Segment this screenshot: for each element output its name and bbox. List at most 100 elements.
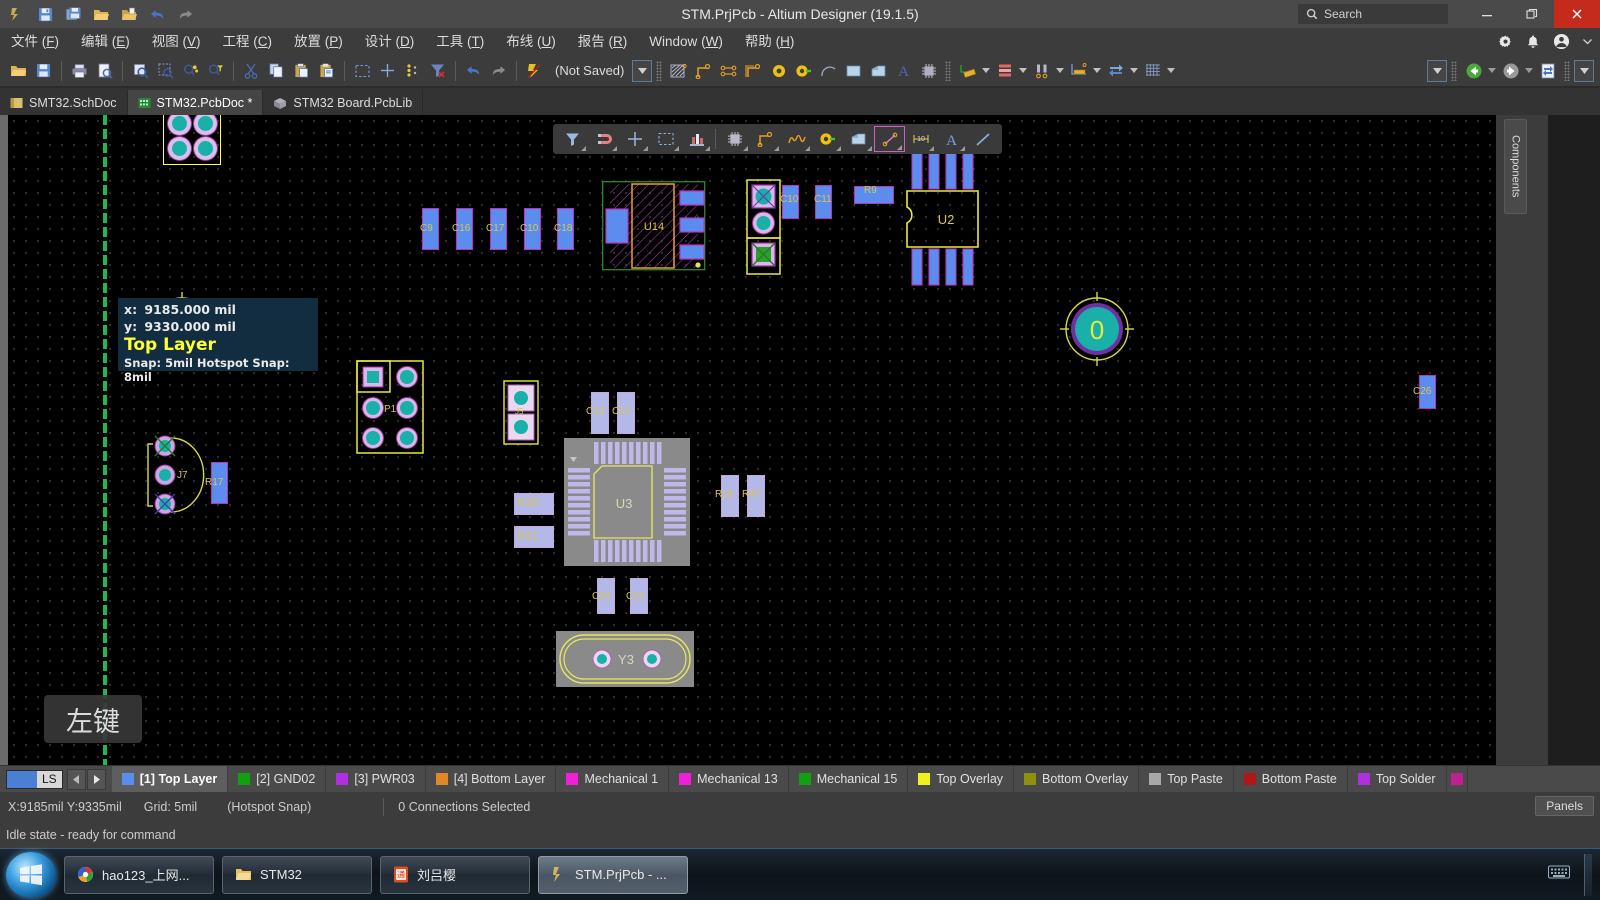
dimension-icon[interactable]: 10 — [905, 126, 936, 152]
component-U3[interactable]: U3 — [564, 438, 690, 566]
region-icon[interactable] — [843, 126, 874, 152]
menu-view[interactable]: 视图 (V) — [141, 28, 212, 55]
components-panel-tab[interactable]: Components — [1504, 119, 1527, 214]
smd-pad[interactable] — [617, 392, 635, 434]
layerstack-dropdown-arrow[interactable] — [1017, 60, 1029, 82]
layer-tab-top-overlay[interactable]: Top Overlay — [908, 765, 1015, 793]
taskbar-item-browser[interactable]: hao123_上网... — [64, 855, 214, 894]
taskbar-item-folder[interactable]: STM32 — [222, 855, 372, 894]
menu-window[interactable]: Window (W) — [638, 28, 734, 55]
interactive-route-icon[interactable] — [691, 58, 716, 84]
menu-place[interactable]: 放置 (P) — [283, 28, 354, 55]
back-dropdown-arrow[interactable] — [1486, 60, 1498, 82]
layer-tab-pwr03[interactable]: [3] PWR03 — [326, 765, 426, 793]
layer-sets-chip[interactable]: LS — [6, 769, 63, 789]
menu-edit[interactable]: 编辑 (E) — [70, 28, 141, 55]
layer-prev-button[interactable] — [66, 768, 86, 790]
paste-special-icon[interactable] — [314, 58, 339, 84]
menu-design[interactable]: 设计 (D) — [354, 28, 426, 55]
text-icon[interactable]: A — [891, 58, 916, 84]
route-multiple-icon[interactable] — [741, 58, 766, 84]
component-U2[interactable]: U2 — [902, 151, 984, 289]
through-hole-pad[interactable] — [172, 116, 187, 131]
smd-pad[interactable] — [514, 526, 554, 548]
menu-route[interactable]: 布线 (U) — [495, 28, 567, 55]
toolbar-redo-icon[interactable] — [486, 58, 511, 84]
component-R17-area[interactable]: J7 — [141, 430, 251, 520]
maximize-restore-button[interactable] — [1509, 0, 1554, 28]
clear-filter-icon[interactable] — [425, 58, 450, 84]
layer-tab-top-solder[interactable]: Top Solder — [1348, 765, 1447, 793]
save-document-icon[interactable] — [31, 58, 56, 84]
via-icon[interactable] — [766, 58, 791, 84]
zoom-filter-icon[interactable] — [203, 58, 228, 84]
save-icon[interactable] — [32, 2, 58, 26]
polygon-pour-icon[interactable] — [666, 58, 691, 84]
open-icon[interactable] — [88, 2, 114, 26]
line-icon[interactable] — [967, 126, 998, 152]
measure-dropdown-arrow[interactable] — [980, 60, 992, 82]
layer-stack-icon[interactable] — [992, 58, 1017, 84]
swap-dropdown-arrow[interactable] — [1128, 60, 1140, 82]
smd-pad[interactable] — [815, 185, 832, 219]
start-button[interactable] — [6, 851, 56, 898]
select-area-icon[interactable] — [350, 58, 375, 84]
component-Y3[interactable]: Y3 — [556, 631, 694, 687]
select-rect-icon[interactable] — [650, 126, 681, 152]
grid-dropdown-arrow[interactable] — [1165, 60, 1177, 82]
arc-icon[interactable] — [816, 58, 841, 84]
taskbar-item-altium[interactable]: STM.PrjPcb - ... — [538, 855, 688, 894]
squiggle-route-icon[interactable] — [781, 126, 812, 152]
smd-pad[interactable] — [1419, 375, 1436, 409]
panels-button[interactable]: Panels — [1535, 796, 1594, 816]
fill-icon[interactable] — [841, 58, 866, 84]
layer-tab-mechanical-1[interactable]: Mechanical 1 — [556, 765, 670, 793]
toolbar-dropdown-2[interactable] — [1427, 59, 1447, 82]
layer-tab-mechanical-15[interactable]: Mechanical 15 — [789, 765, 909, 793]
back-icon[interactable] — [1461, 58, 1486, 84]
magnet-snap-icon[interactable] — [588, 126, 619, 152]
menu-tools[interactable]: 工具 (T) — [425, 28, 495, 55]
run-script-icon[interactable] — [522, 58, 547, 84]
differential-pair-route-icon[interactable] — [716, 58, 741, 84]
toolbar-undo-icon[interactable] — [461, 58, 486, 84]
refresh-icon[interactable] — [1535, 58, 1560, 84]
smd-pad[interactable] — [747, 475, 765, 517]
layer-tab-overflow[interactable] — [1447, 765, 1468, 793]
pad-icon[interactable] — [791, 58, 816, 84]
board-options-icon[interactable] — [1029, 58, 1054, 84]
pcb-workspace[interactable]: 10 A x: 9185.000 mil y: 9330.000 mil Top… — [8, 115, 1548, 765]
forward-dropdown-arrow[interactable] — [1523, 60, 1535, 82]
ruler-dropdown-arrow[interactable] — [1091, 60, 1103, 82]
component-icon[interactable] — [916, 58, 941, 84]
pcb-canvas[interactable]: 10 A x: 9185.000 mil y: 9330.000 mil Top… — [0, 115, 1600, 765]
zoom-selected-icon[interactable] — [178, 58, 203, 84]
show-desktop-icon[interactable] — [1584, 853, 1592, 896]
menu-reports[interactable]: 报告 (R) — [567, 28, 639, 55]
layer-tab-top-layer[interactable]: [1] Top Layer — [111, 765, 229, 793]
component-icon[interactable] — [719, 126, 750, 152]
toolbar-dropdown-3[interactable] — [1574, 59, 1594, 82]
doc-tab-pcblib[interactable]: STM32 Board.PcbLib — [263, 90, 424, 115]
doc-tab-schdoc[interactable]: SMT32.SchDoc — [0, 90, 128, 115]
layer-tab-bottom-overlay[interactable]: Bottom Overlay — [1014, 765, 1140, 793]
smd-pad[interactable] — [630, 578, 648, 614]
smd-pad[interactable] — [490, 208, 507, 250]
account-icon[interactable] — [1553, 33, 1570, 50]
crosshair-icon[interactable] — [619, 126, 650, 152]
altium-logo[interactable] — [4, 2, 30, 26]
layer-tab-mechanical-13[interactable]: Mechanical 13 — [669, 765, 789, 793]
ruler-icon[interactable] — [1066, 58, 1091, 84]
paste-icon[interactable] — [289, 58, 314, 84]
search-input[interactable]: Search — [1298, 4, 1448, 24]
menu-help[interactable]: 帮助 (H) — [734, 28, 806, 55]
open-project-icon[interactable] — [116, 2, 142, 26]
align-icon[interactable] — [400, 58, 425, 84]
layer-next-button[interactable] — [86, 768, 106, 790]
via-icon[interactable] — [812, 126, 843, 152]
layer-stack-icon[interactable] — [681, 126, 712, 152]
measure-icon[interactable] — [955, 58, 980, 84]
fiducial-marker-right[interactable]: 0 — [1060, 292, 1134, 366]
smd-pad[interactable] — [557, 208, 574, 250]
filter-icon[interactable] — [557, 126, 588, 152]
